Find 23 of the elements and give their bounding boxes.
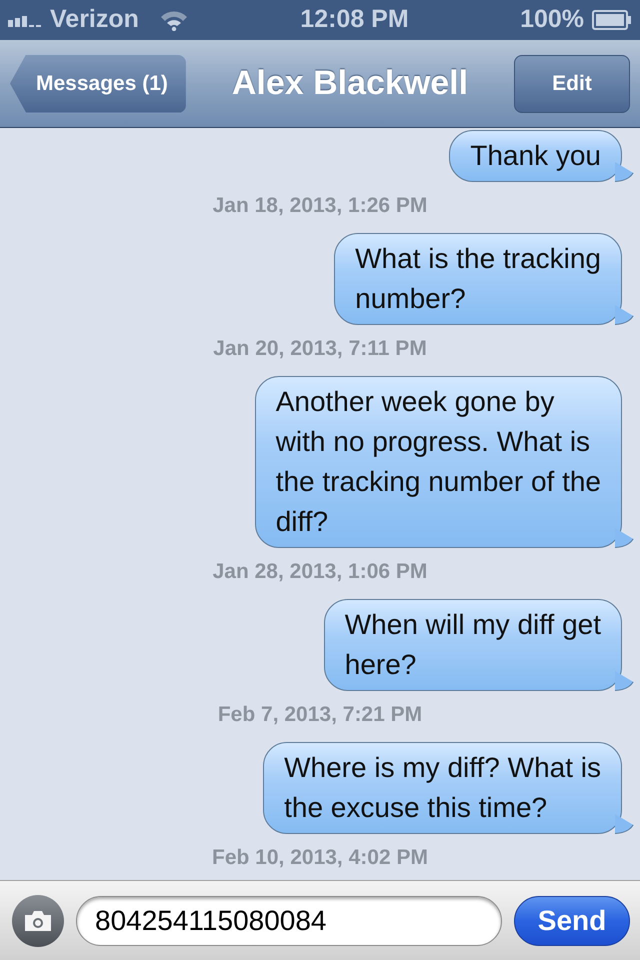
back-button[interactable]: Messages (1) — [10, 54, 186, 112]
message-timestamp: Feb 10, 2013, 4:02 PM — [212, 845, 428, 871]
message-bubble: Another week gone by with no progress. What is the tracking number of the diff? — [254, 376, 635, 548]
battery-icon — [592, 10, 632, 30]
message-timestamp: Feb 7, 2013, 7:21 PM — [218, 702, 422, 728]
camera-icon — [23, 908, 53, 932]
message-bubble: Thank you — [449, 130, 635, 182]
camera-button[interactable] — [12, 894, 64, 946]
message-bubble: What is the tracking number? — [334, 233, 635, 325]
send-button[interactable]: Send — [514, 896, 630, 946]
battery-percent: 100% — [520, 4, 584, 36]
message-input-field[interactable]: 804254115080084 — [76, 896, 502, 946]
clock-time: 12:08 PM — [299, 4, 410, 36]
carrier-name: Verizon — [50, 4, 139, 36]
message-bubble: Where is my diff? What is the excuse this time? — [263, 742, 635, 834]
edit-button[interactable]: Edit — [514, 54, 630, 112]
wifi-icon — [158, 9, 189, 31]
message-timestamp: Jan 18, 2013, 1:26 PM — [212, 193, 428, 219]
signal-icon — [8, 13, 42, 27]
message-timestamp: Jan 28, 2013, 1:06 PM — [212, 559, 428, 585]
message-bubble: When will my diff get here? — [324, 599, 635, 691]
conversation-title: Alex Blackwell — [232, 63, 468, 104]
message-timestamp: Jan 20, 2013, 7:11 PM — [213, 336, 427, 362]
